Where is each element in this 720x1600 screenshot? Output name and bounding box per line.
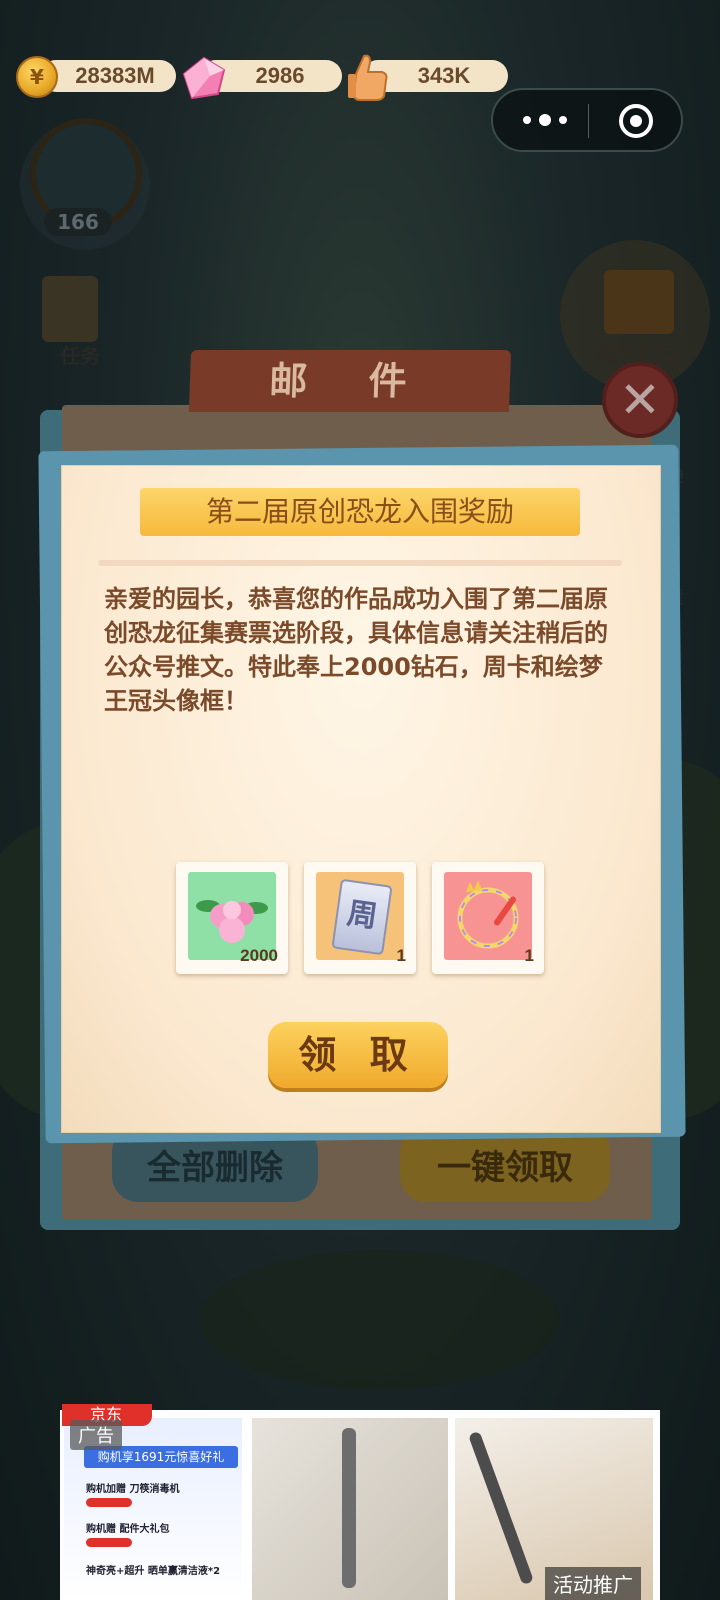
task-icon	[42, 276, 98, 342]
capsule-divider	[588, 104, 589, 138]
reward-qty: 2000	[240, 946, 278, 965]
mail-title: 邮 件	[188, 350, 512, 412]
letter-body: 亲爱的园长，恭喜您的作品成功入围了第二届原创恐龙征集赛票选阶段，具体信息请关注稍…	[104, 585, 608, 715]
weekly-card: 周	[331, 878, 393, 956]
letter-title: 第二届原创恐龙入围奖励	[140, 488, 580, 536]
gem-value: 2986	[255, 63, 305, 88]
gift-box-icon	[604, 270, 674, 334]
more-options-icon[interactable]	[523, 108, 567, 132]
vacuum-image	[342, 1428, 356, 1588]
player-level-badge: 166	[44, 208, 112, 236]
ad-line: 神奇亮+超升 晒单赢清洁液*2	[86, 1566, 221, 1577]
ad-line: 购机赠 配件大礼包	[86, 1524, 170, 1535]
ad-banner[interactable]: 购机享1691元惊喜好礼 购机加赠 刀筷消毒机 购机赠 配件大礼包 神奇亮+超升…	[60, 1404, 660, 1600]
weekly-card-icon: 周	[316, 872, 404, 960]
reward-qty: 1	[524, 946, 534, 965]
close-mail-button[interactable]: ✕	[602, 362, 678, 438]
reward-qty: 1	[396, 946, 406, 965]
likes-value: 343K	[417, 63, 471, 88]
activity-recommend-label: 活动推广	[545, 1567, 641, 1600]
gold-coin-icon: ¥	[16, 56, 58, 98]
title-divider	[98, 560, 622, 566]
reward-item-crown-frame[interactable]: 1	[432, 862, 544, 974]
ad-line: 购机加赠 刀筷消毒机	[86, 1484, 180, 1495]
ad-panel-vacuum[interactable]	[252, 1418, 448, 1600]
ad-red-tag	[86, 1538, 132, 1547]
ad-red-tag	[86, 1498, 132, 1507]
reward-item-diamond[interactable]: 2000	[176, 862, 288, 974]
coin-value: 28383M	[75, 63, 155, 88]
miniprogram-capsule	[491, 88, 683, 152]
reward-item-weekly-card[interactable]: 周 1	[304, 862, 416, 974]
task-label: 任务	[60, 344, 100, 368]
claim-button[interactable]: 领 取	[268, 1022, 448, 1088]
pink-gem-icon	[182, 56, 226, 100]
crown-frame-icon	[444, 872, 532, 960]
thumbs-up-icon	[348, 54, 388, 101]
ad-label[interactable]: 广告	[70, 1420, 122, 1450]
ad-panel-lifestyle[interactable]: 活动推广	[455, 1418, 653, 1600]
floor-washer-image	[468, 1430, 534, 1586]
coin-counter: 28383M	[40, 60, 176, 92]
close-miniprogram-icon[interactable]	[619, 104, 653, 138]
